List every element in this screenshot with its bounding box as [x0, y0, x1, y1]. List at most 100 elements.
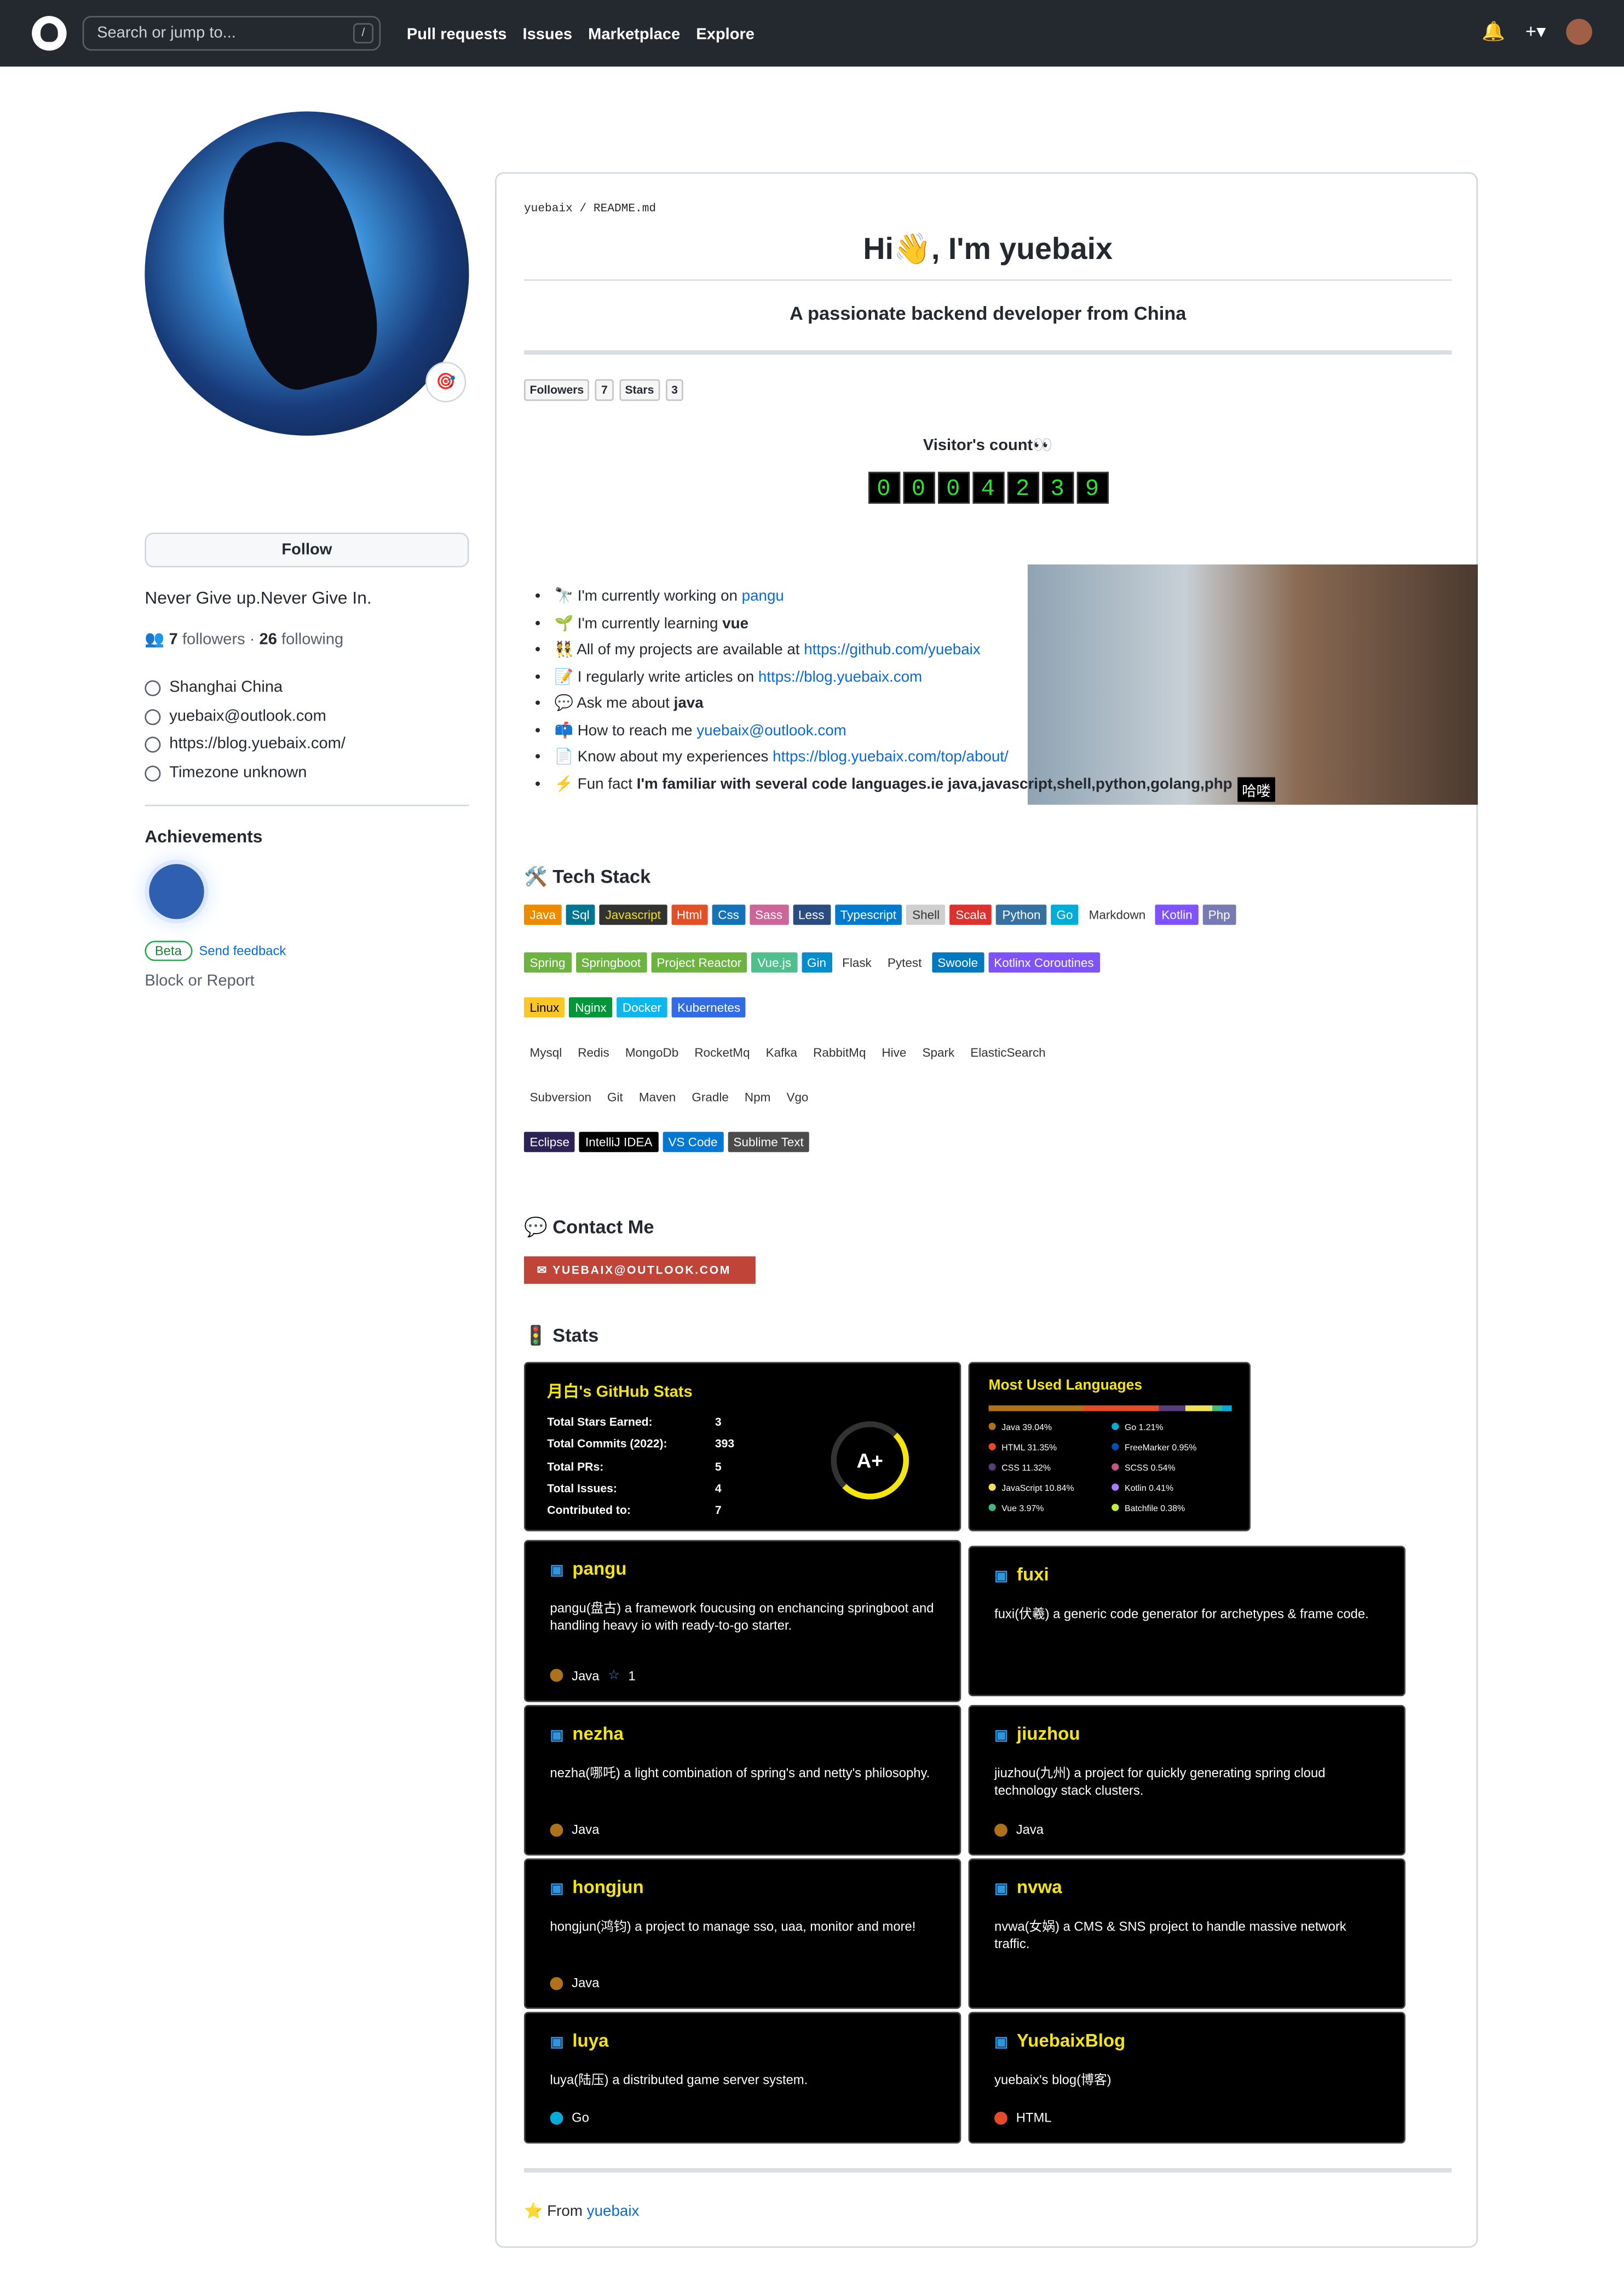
tech-badge[interactable]: Vgo — [781, 1087, 814, 1107]
send-feedback-link[interactable]: Send feedback — [199, 944, 286, 958]
tech-badge[interactable]: Eclipse — [523, 1132, 575, 1153]
tech-badge[interactable]: Php — [1202, 904, 1236, 925]
tech-badge[interactable]: Flask — [837, 952, 878, 972]
tech-badge[interactable]: Shell — [906, 904, 946, 925]
tech-badge[interactable]: Kafka — [760, 1042, 803, 1062]
tech-badge[interactable]: Kotlin — [1155, 904, 1199, 925]
tech-badge[interactable]: Markdown — [1083, 904, 1151, 925]
user-avatar[interactable] — [1566, 19, 1592, 45]
tech-badge[interactable]: MongoDb — [619, 1042, 684, 1062]
repo-card[interactable]: ▣ hongjun hongjun(鸿钧) a project to manage … — [523, 1858, 961, 2009]
tech-badge[interactable]: Typescript — [834, 904, 902, 925]
tech-badge[interactable]: RocketMq — [689, 1042, 756, 1062]
repo-name[interactable]: ▣ nvwa — [994, 1877, 1379, 1898]
path-user[interactable]: yuebaix — [524, 203, 573, 216]
path-file[interactable]: README.md — [594, 203, 656, 216]
tech-badge[interactable]: VS Code — [662, 1132, 724, 1153]
tech-badge[interactable]: Less — [792, 904, 831, 925]
followers-badge-count[interactable]: 7 — [595, 379, 614, 401]
nav-explore[interactable]: Explore — [696, 26, 755, 44]
stars-badge-count[interactable]: 3 — [665, 379, 684, 401]
tech-badge[interactable]: Scala — [949, 904, 992, 925]
tech-badge[interactable]: Kubernetes — [671, 997, 746, 1018]
tech-badge[interactable]: Kotlinx Coroutines — [988, 952, 1100, 973]
tech-badge[interactable]: Html — [671, 904, 708, 925]
fact-link[interactable]: https://github.com/yuebaix — [804, 641, 981, 659]
tech-badge[interactable]: Css — [712, 904, 745, 925]
repo-title[interactable]: jiuzhou — [1017, 1724, 1080, 1744]
tech-badge[interactable]: Javascript — [600, 904, 667, 925]
tech-badge[interactable]: Nginx — [569, 997, 613, 1018]
tech-badge[interactable]: Mysql — [524, 1042, 568, 1062]
repo-name[interactable]: ▣ fuxi — [994, 1565, 1379, 1585]
tech-badge[interactable]: Sass — [749, 904, 788, 925]
nav-pull-requests[interactable]: Pull requests — [407, 26, 507, 44]
repo-name[interactable]: ▣ YuebaixBlog — [994, 2031, 1379, 2051]
bell-icon[interactable]: 🔔 — [1482, 20, 1505, 43]
tech-badge[interactable]: Pytest — [882, 952, 928, 972]
tech-badge[interactable]: Gradle — [686, 1087, 735, 1107]
repo-card[interactable]: ▣ jiuzhou jiuzhou(九州) a project for quickl… — [968, 1705, 1406, 1856]
tech-badge[interactable]: Subversion — [524, 1087, 597, 1107]
repo-name[interactable]: ▣ hongjun — [550, 1877, 935, 1898]
repo-title[interactable]: YuebaixBlog — [1017, 2031, 1125, 2051]
nav-marketplace[interactable]: Marketplace — [588, 26, 680, 44]
repo-card[interactable]: ▣ nezha nezha(哪吒) a light combination of s… — [523, 1705, 961, 1856]
footer-user-link[interactable]: yuebaix — [587, 2203, 640, 2220]
tech-badge[interactable]: Swoole — [931, 952, 984, 973]
follow-button[interactable]: Follow — [145, 532, 469, 568]
repo-name[interactable]: ▣ jiuzhou — [994, 1724, 1379, 1744]
achievement-badge-icon[interactable] — [145, 860, 209, 924]
repo-card[interactable]: ▣ nvwa nvwa(女娲) a CMS & SNS project to han… — [968, 1858, 1406, 2009]
repo-name[interactable]: ▣ nezha — [550, 1724, 935, 1744]
repo-title[interactable]: hongjun — [572, 1877, 643, 1898]
repo-title[interactable]: nvwa — [1017, 1877, 1062, 1898]
fact-link[interactable]: pangu — [742, 587, 784, 605]
tech-badge[interactable]: ElasticSearch — [965, 1042, 1052, 1062]
repo-name[interactable]: ▣ luya — [550, 2031, 935, 2051]
tech-badge[interactable]: Docker — [617, 997, 667, 1018]
plus-icon[interactable]: +▾ — [1525, 20, 1546, 43]
repo-card[interactable]: ▣ fuxi fuxi(伏羲) a generic code generator f… — [968, 1546, 1406, 1697]
repo-card[interactable]: ▣ YuebaixBlog yuebaix's blog(博客) HTML — [968, 2012, 1406, 2144]
tech-badge[interactable]: Git — [601, 1087, 629, 1107]
email-link[interactable]: yuebaix@outlook.com — [169, 702, 326, 731]
github-logo-icon[interactable] — [32, 16, 67, 51]
repo-title[interactable]: fuxi — [1017, 1565, 1049, 1585]
tech-badge[interactable]: Sublime Text — [727, 1132, 810, 1153]
tech-badge[interactable]: Vue.js — [751, 952, 797, 973]
website-link[interactable]: https://blog.yuebaix.com/ — [169, 731, 345, 759]
mail-badge[interactable]: ✉ YUEBAIX@OUTLOOK.COM — [523, 1256, 756, 1284]
tech-badge[interactable]: Hive — [876, 1042, 912, 1062]
tech-badge[interactable]: IntelliJ IDEA — [579, 1132, 659, 1153]
tech-badge[interactable]: RabbitMq — [808, 1042, 872, 1062]
followers-count[interactable]: 7 — [169, 631, 178, 649]
nav-issues[interactable]: Issues — [523, 26, 573, 44]
fact-link[interactable]: https://blog.yuebaix.com — [758, 668, 922, 685]
fact-link[interactable]: yuebaix@outlook.com — [696, 722, 846, 739]
following-label[interactable]: following — [281, 631, 343, 649]
tech-badge[interactable]: Project Reactor — [650, 952, 747, 973]
repo-card[interactable]: ▣ pangu pangu(盘古) a framework foucusing on… — [523, 1540, 961, 1702]
tech-badge[interactable]: Spark — [917, 1042, 960, 1062]
search-input[interactable]: Search or jump to... / — [82, 16, 381, 51]
block-report-link[interactable]: Block or Report — [145, 972, 469, 990]
stars-badge[interactable]: Stars — [619, 379, 660, 401]
followers-badge[interactable]: Followers — [523, 379, 590, 401]
tech-badge[interactable]: Spring — [523, 952, 572, 973]
tech-badge[interactable]: Go — [1050, 904, 1079, 925]
tech-badge[interactable]: Redis — [572, 1042, 615, 1062]
followers-label[interactable]: followers — [182, 631, 245, 649]
repo-title[interactable]: luya — [572, 2031, 608, 2051]
tech-badge[interactable]: Maven — [633, 1087, 682, 1107]
following-count[interactable]: 26 — [260, 631, 277, 649]
fact-link[interactable]: https://blog.yuebaix.com/top/about/ — [773, 748, 1009, 766]
repo-card[interactable]: ▣ luya luya(陆压) a distributed game server … — [523, 2012, 961, 2144]
status-emoji-icon[interactable]: 🎯 — [425, 361, 467, 402]
tech-badge[interactable]: Sql — [566, 904, 596, 925]
tech-badge[interactable]: Gin — [801, 952, 832, 973]
tech-badge[interactable]: Linux — [523, 997, 565, 1018]
tech-badge[interactable]: Npm — [739, 1087, 776, 1107]
most-used-languages-card[interactable]: Most Used Languages Java 39.04% Go 1.21% H… — [968, 1362, 1251, 1531]
repo-title[interactable]: nezha — [572, 1724, 624, 1744]
